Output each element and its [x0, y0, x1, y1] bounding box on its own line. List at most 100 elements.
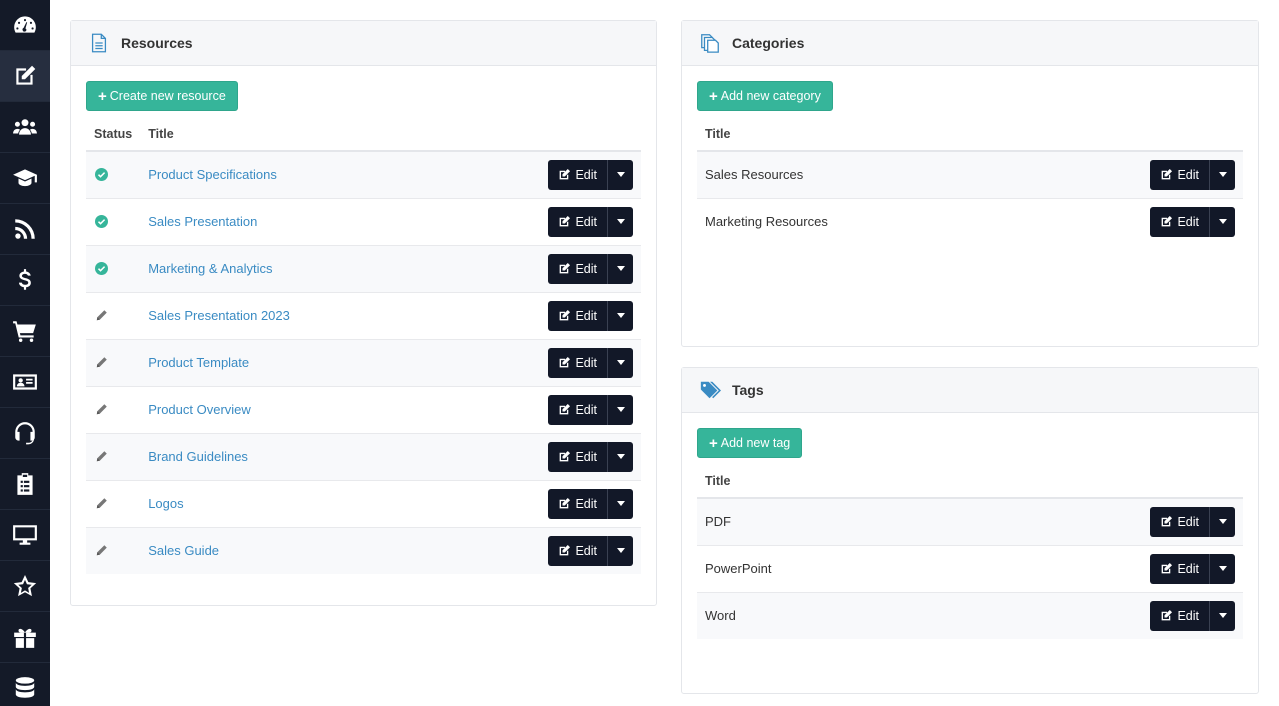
tags-header: Tags	[682, 368, 1258, 413]
edit-dropdown-toggle[interactable]	[1210, 159, 1235, 190]
sidebar-item-edit[interactable]	[0, 51, 50, 102]
edit-button-group: Edit	[548, 441, 633, 472]
edit-dropdown-toggle[interactable]	[608, 159, 633, 190]
sidebar-item-cart[interactable]	[0, 306, 50, 357]
caret-down-icon	[616, 501, 625, 506]
star-icon	[13, 574, 37, 597]
plus-icon: +	[98, 87, 107, 105]
edit-button-group: Edit	[1150, 553, 1235, 584]
edit-dropdown-toggle[interactable]	[1210, 206, 1235, 237]
published-check-icon	[94, 262, 132, 275]
edit-label: Edit	[575, 308, 597, 323]
edit-dropdown-toggle[interactable]	[608, 253, 633, 284]
create-resource-button[interactable]: + Create new resource	[86, 81, 238, 111]
draft-pencil-icon	[94, 403, 132, 416]
id-card-icon	[13, 374, 37, 390]
sidebar-item-contacts[interactable]	[0, 357, 50, 408]
sidebar-item-display[interactable]	[0, 510, 50, 561]
caret-down-icon	[1218, 172, 1227, 178]
add-category-button[interactable]: + Add new category	[697, 81, 833, 111]
edit-label: Edit	[1177, 608, 1199, 623]
edit-dropdown-toggle[interactable]	[608, 300, 633, 331]
edit-button[interactable]: Edit	[548, 441, 608, 472]
categories-panel: Categories + Add new category Title Sale…	[681, 20, 1259, 347]
published-check-icon	[94, 215, 132, 228]
resource-title-link[interactable]: Sales Presentation 2023	[148, 308, 290, 323]
tag-title: PDF	[705, 514, 731, 530]
resource-title-link[interactable]: Brand Guidelines	[148, 449, 248, 464]
plus-icon: +	[709, 434, 718, 452]
edit-dropdown-toggle[interactable]	[1210, 506, 1235, 537]
edit-button[interactable]: Edit	[1150, 553, 1210, 584]
resource-title-link[interactable]: Logos	[148, 496, 183, 511]
edit-dropdown-toggle[interactable]	[1210, 600, 1235, 631]
cart-icon	[13, 321, 36, 342]
edit-icon	[560, 497, 571, 509]
sidebar-item-billing[interactable]	[0, 255, 50, 306]
edit-dropdown-toggle[interactable]	[608, 535, 633, 566]
edit-dropdown-toggle[interactable]	[608, 394, 633, 425]
resource-title-link[interactable]: Product Template	[148, 355, 249, 370]
categories-title: Categories	[732, 35, 805, 51]
edit-button[interactable]: Edit	[548, 300, 608, 331]
edit-button[interactable]: Edit	[548, 159, 608, 190]
edit-label: Edit	[1177, 214, 1199, 229]
edit-dropdown-toggle[interactable]	[608, 441, 633, 472]
sidebar-item-feed[interactable]	[0, 204, 50, 255]
add-tag-button[interactable]: + Add new tag	[697, 428, 803, 458]
resources-header: Resources	[71, 21, 656, 66]
caret-down-icon	[616, 172, 625, 178]
resource-title-link[interactable]: Marketing & Analytics	[148, 261, 272, 276]
edit-dropdown-toggle[interactable]	[1210, 553, 1235, 584]
sidebar-item-education[interactable]	[0, 153, 50, 204]
caret-down-icon	[1218, 613, 1227, 619]
table-row: Sales Presentation 2023 Edit	[86, 292, 641, 340]
plus-icon: +	[709, 87, 718, 105]
caret-down-icon	[1218, 566, 1227, 571]
tags-title: Tags	[732, 382, 764, 398]
edit-label: Edit	[1177, 514, 1199, 529]
table-row: Sales Resources Edit	[697, 151, 1243, 199]
edit-label: Edit	[575, 449, 597, 464]
resource-title-link[interactable]: Sales Presentation	[148, 214, 257, 229]
sidebar-item-users[interactable]	[0, 102, 50, 153]
sidebar-item-database[interactable]	[0, 663, 50, 706]
edit-button[interactable]: Edit	[548, 488, 608, 519]
edit-dropdown-toggle[interactable]	[608, 488, 633, 519]
title-column-header: Title	[697, 117, 1133, 152]
edit-button-group: Edit	[548, 535, 633, 566]
table-row: PDF Edit	[697, 498, 1243, 546]
edit-button-group: Edit	[548, 206, 633, 237]
resource-title-link[interactable]: Product Specifications	[148, 167, 277, 182]
sidebar-item-support[interactable]	[0, 408, 50, 459]
edit-button[interactable]: Edit	[1150, 506, 1210, 537]
edit-button[interactable]: Edit	[548, 206, 608, 237]
table-row: PowerPoint Edit	[697, 545, 1243, 593]
sidebar-item-tasks[interactable]	[0, 459, 50, 510]
edit-button[interactable]: Edit	[1150, 159, 1210, 190]
resource-title-link[interactable]: Sales Guide	[148, 543, 219, 558]
edit-icon	[1162, 169, 1173, 180]
draft-pencil-icon	[94, 544, 132, 557]
edit-label: Edit	[575, 167, 597, 182]
table-row: Marketing & Analytics Edit	[86, 245, 641, 293]
edit-button[interactable]: Edit	[1150, 600, 1210, 631]
edit-button[interactable]: Edit	[548, 253, 608, 284]
edit-button[interactable]: Edit	[548, 394, 608, 425]
edit-button[interactable]: Edit	[548, 347, 608, 378]
edit-button[interactable]: Edit	[1150, 206, 1210, 237]
edit-icon	[560, 309, 571, 321]
edit-button-group: Edit	[548, 159, 633, 190]
dashboard-icon	[14, 16, 36, 33]
draft-pencil-icon	[94, 497, 132, 510]
edit-dropdown-toggle[interactable]	[608, 206, 633, 237]
sidebar-item-rewards[interactable]	[0, 612, 50, 663]
resource-title-link[interactable]: Product Overview	[148, 402, 251, 417]
sidebar-item-favorites[interactable]	[0, 561, 50, 612]
edit-button[interactable]: Edit	[548, 535, 608, 566]
edit-icon	[1162, 610, 1173, 621]
caret-down-icon	[616, 454, 625, 459]
caret-down-icon	[616, 407, 625, 412]
edit-dropdown-toggle[interactable]	[608, 347, 633, 378]
sidebar-item-dashboard[interactable]	[0, 0, 50, 51]
